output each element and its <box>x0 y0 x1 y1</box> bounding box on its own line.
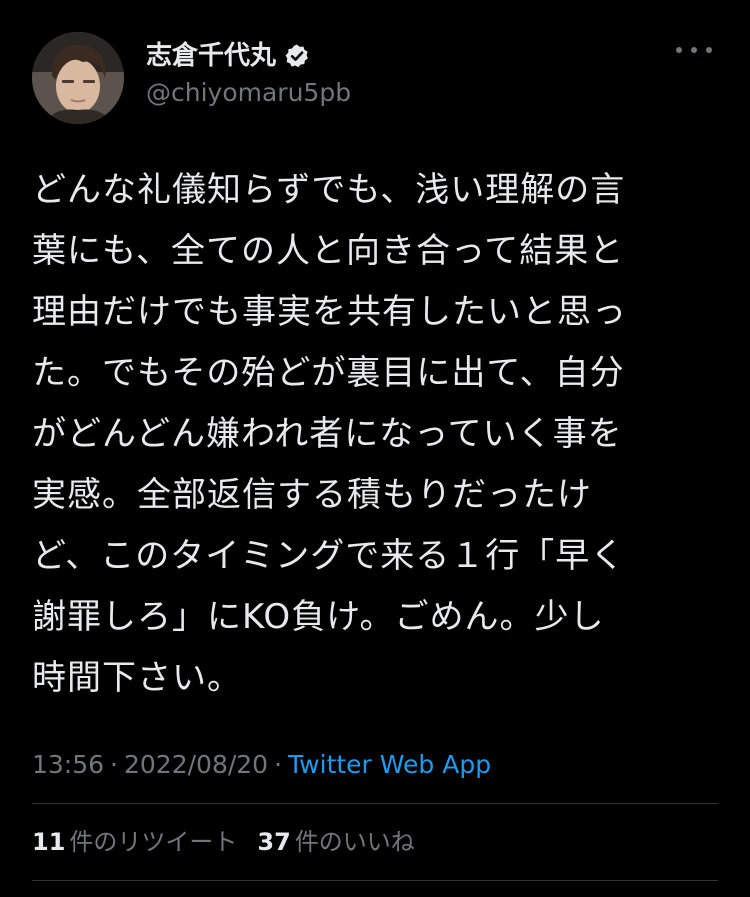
tweet-text-line: ど、このタイミングで来る１行「早く <box>32 536 626 576</box>
tweet-text-line: 実感。全部返信する積もりだったけ <box>32 475 592 515</box>
retweets-stat[interactable]: 11 件のリツイート <box>32 822 237 862</box>
tweet-text-line: 謝罪しろ」にKO負け。ごめん。少し <box>32 597 605 637</box>
tweet-text-line: がどんどん嫌われ者になっていく事を <box>32 414 623 454</box>
tweet-text-line: 時間下さい。 <box>32 658 242 698</box>
likes-label: 件のいいね <box>294 828 415 856</box>
avatar[interactable] <box>32 32 124 124</box>
retweets-count: 11 <box>32 828 66 856</box>
more-options-icon[interactable] <box>676 42 712 58</box>
likes-stat[interactable]: 37 件のいいね <box>257 822 414 862</box>
user-handle[interactable]: @chiyomaru5pb <box>146 76 351 110</box>
tweet-time[interactable]: 13:56 <box>32 750 104 779</box>
divider <box>32 803 718 804</box>
retweets-label: 件のリツイート <box>69 828 238 856</box>
tweet-meta: 13:56 · 2022/08/20 · Twitter Web App <box>32 745 491 785</box>
tweet-detail: 志倉千代丸 @chiyomaru5pb どんな礼儀知らずでも、浅い理解の言 葉に… <box>0 0 750 897</box>
tweet-stats: 11 件のリツイート 37 件のいいね <box>32 822 435 862</box>
tweet-header: 志倉千代丸 @chiyomaru5pb <box>32 32 718 124</box>
tweet-text-line: どんな礼儀知らずでも、浅い理解の言 <box>32 170 626 210</box>
more-dot <box>706 47 712 53</box>
likes-count: 37 <box>257 828 291 856</box>
more-dot <box>691 47 697 53</box>
more-dot <box>676 47 682 53</box>
tweet-text: どんな礼儀知らずでも、浅い理解の言 葉にも、全ての人と向き合って結果と 理由だけ… <box>32 160 718 709</box>
display-name[interactable]: 志倉千代丸 <box>146 38 276 74</box>
tweet-text-line: た。でもその殆どが裏目に出て、自分 <box>32 353 625 393</box>
divider <box>32 880 718 881</box>
tweet-source-link[interactable]: Twitter Web App <box>288 750 491 779</box>
tweet-text-line: 葉にも、全ての人と向き合って結果と <box>32 231 625 271</box>
tweet-text-line: 理由だけでも事実を共有したいと思っ <box>32 292 627 332</box>
verified-badge-icon <box>285 44 308 68</box>
tweet-date[interactable]: 2022/08/20 <box>124 750 268 779</box>
name-row: 志倉千代丸 <box>146 38 310 74</box>
meta-separator: · <box>110 750 118 779</box>
meta-separator: · <box>274 750 283 779</box>
avatar-photo <box>32 32 124 124</box>
